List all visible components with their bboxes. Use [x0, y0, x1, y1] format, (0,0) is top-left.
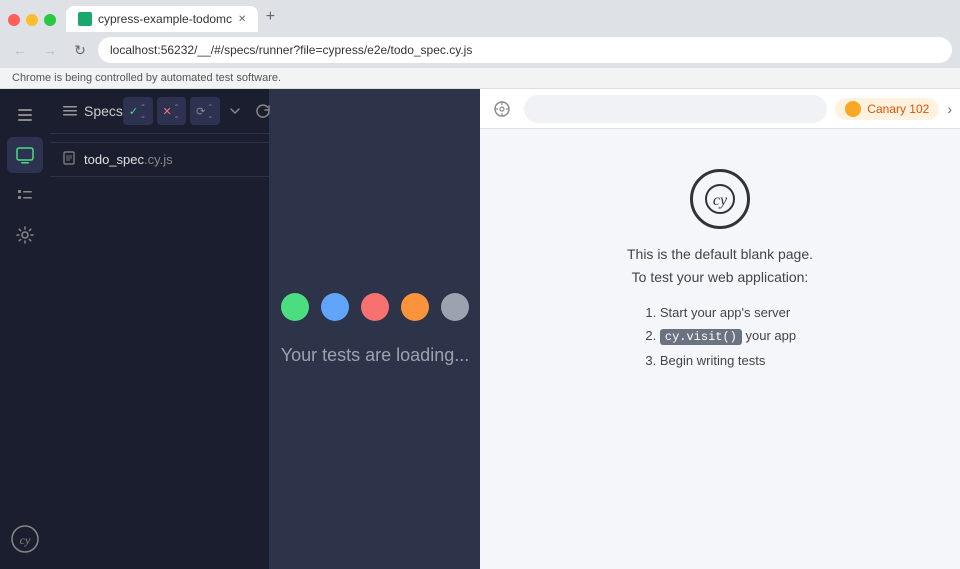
browser-badge: Canary 102 — [835, 98, 939, 120]
specs-menu-icon — [62, 103, 78, 119]
maximize-traffic-light[interactable] — [44, 14, 56, 26]
spec-filename: todo_spec.cy.js — [84, 152, 173, 167]
browser-icon — [845, 101, 861, 117]
check-icon: ✓ — [129, 105, 138, 118]
refresh-button[interactable]: ↻ — [68, 38, 92, 62]
dot-3 — [361, 293, 389, 321]
blank-page-line2: To test your web application: — [632, 269, 809, 285]
cypress-blank-logo: cy — [690, 169, 750, 229]
cy-visit-badge: cy.visit() — [660, 329, 742, 345]
dropdown-button[interactable] — [224, 98, 247, 124]
tab-title: cypress-example-todomc — [98, 12, 232, 26]
preview-toolbar: Canary 102 › — [480, 89, 960, 129]
tab-close-button[interactable]: ✕ — [238, 14, 246, 25]
close-traffic-light[interactable] — [8, 14, 20, 26]
tab-favicon — [78, 12, 92, 26]
spinner-icon: ⟳ — [196, 105, 205, 118]
spinner-group: ⟳ -- — [190, 97, 220, 125]
pass-count-group: ✓ -- — [123, 97, 153, 125]
cypress-logo-icon: cy — [7, 521, 43, 557]
info-bar: Chrome is being controlled by automated … — [0, 68, 960, 89]
spec-ext: .cy.js — [144, 152, 173, 167]
specs-panel: Specs ✓ -- ✕ -- ⟳ -- — [50, 89, 270, 569]
step-3: Begin writing tests — [660, 349, 796, 372]
traffic-lights — [8, 14, 56, 26]
sidebar-icon-list[interactable] — [7, 177, 43, 213]
new-tab-button[interactable]: + — [258, 5, 282, 29]
minimize-traffic-light[interactable] — [26, 14, 38, 26]
x-icon: ✕ — [163, 105, 172, 118]
step-1: Start your app's server — [660, 301, 796, 324]
dot-4 — [401, 293, 429, 321]
address-bar: ← → ↻ — [0, 32, 960, 68]
back-button[interactable]: ← — [8, 38, 32, 62]
specs-title: Specs — [62, 103, 123, 119]
specs-panel-title: Specs — [84, 103, 123, 119]
sidebar-icon-specs[interactable] — [7, 97, 43, 133]
pass-count: -- — [141, 99, 146, 123]
sidebar-icons: cy — [0, 89, 50, 569]
dot-5 — [441, 293, 469, 321]
spinner-count: -- — [208, 99, 213, 123]
active-tab[interactable]: cypress-example-todomc ✕ — [66, 6, 258, 32]
address-input[interactable] — [98, 37, 952, 63]
specs-header: Specs ✓ -- ✕ -- ⟳ -- — [50, 89, 269, 134]
blank-page-message: cy This is the default blank page. To te… — [627, 169, 813, 372]
blank-page-steps: Start your app's server cy.visit() your … — [644, 301, 796, 372]
main-app: cy Specs ✓ -- ✕ -- — [0, 89, 960, 569]
info-bar-text: Chrome is being controlled by automated … — [12, 72, 281, 84]
browser-name: Canary 102 — [867, 102, 929, 116]
preview-content: cy This is the default blank page. To te… — [480, 129, 960, 569]
forward-button[interactable]: → — [38, 38, 62, 62]
spec-item-todo[interactable]: todo_spec.cy.js — [50, 142, 269, 177]
loading-dots — [281, 293, 469, 321]
sidebar-icon-runner[interactable] — [7, 137, 43, 173]
dot-2 — [321, 293, 349, 321]
preview-address-input[interactable] — [524, 95, 827, 123]
svg-text:cy: cy — [20, 533, 31, 547]
tab-bar: cypress-example-todomc ✕ + — [0, 0, 960, 32]
browser-chrome: cypress-example-todomc ✕ + ← → ↻ Chrome … — [0, 0, 960, 89]
specs-list: todo_spec.cy.js — [50, 134, 269, 569]
preview-more-button[interactable]: › — [947, 101, 952, 117]
step-2: cy.visit() your app — [660, 324, 796, 349]
fail-count: -- — [175, 99, 180, 123]
preview-panel: Canary 102 › cy This is the default blan… — [480, 89, 960, 569]
test-runner-area: Your tests are loading... — [270, 89, 480, 569]
sidebar-icon-settings[interactable] — [7, 217, 43, 253]
dot-1 — [281, 293, 309, 321]
preview-target-icon — [488, 95, 516, 123]
svg-text:cy: cy — [713, 192, 728, 209]
spec-name: todo_spec — [84, 152, 144, 167]
blank-page-line1: This is the default blank page. — [627, 245, 813, 265]
specs-toolbar: ✓ -- ✕ -- ⟳ -- — [123, 97, 275, 125]
loading-text: Your tests are loading... — [281, 345, 469, 366]
file-icon — [62, 151, 76, 168]
fail-count-group: ✕ -- — [157, 97, 187, 125]
